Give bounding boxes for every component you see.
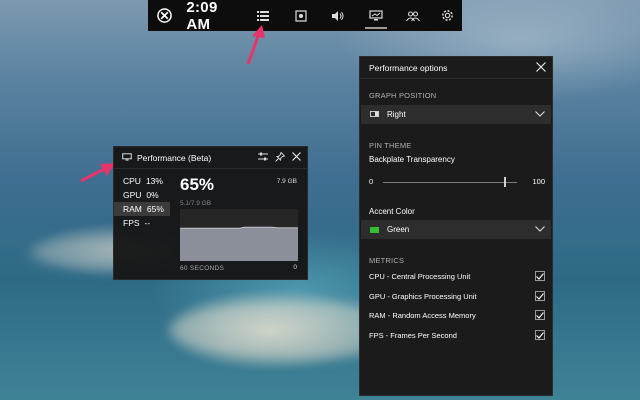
metric-option-ram[interactable]: RAM - Random Access Memory (369, 309, 545, 321)
usage-graph-line (180, 226, 298, 229)
performance-widget-title: Performance (Beta) (137, 152, 212, 163)
graph-position-icon (370, 110, 379, 119)
graph-position-value: Right (387, 110, 406, 119)
metric-value: 0% (146, 190, 159, 200)
metric-option-gpu[interactable]: GPU - Graphics Processing Unit (369, 290, 545, 302)
close-icon[interactable] (292, 152, 301, 163)
transparency-label: Backplate Transparency (369, 155, 455, 164)
metric-name: CPU (123, 176, 141, 186)
metric-option-cpu[interactable]: CPU - Central Processing Unit (369, 270, 545, 282)
settings-icon[interactable] (432, 0, 462, 31)
annotation-arrow (80, 163, 115, 183)
pin-icon[interactable] (275, 151, 286, 164)
checkbox[interactable] (535, 271, 545, 281)
used-memory: 5.1/7.9 GB (180, 200, 212, 207)
checkbox[interactable] (535, 291, 545, 301)
close-icon[interactable] (536, 61, 546, 74)
metric-ram[interactable]: RAM 65% (114, 202, 170, 216)
graph-position-dropdown[interactable]: Right (361, 105, 551, 124)
metric-list: CPU 13% GPU 0% RAM 65% FPS -- (114, 174, 170, 230)
transparency-slider[interactable]: 0 100 (369, 176, 545, 188)
performance-widget-header[interactable]: Performance (Beta) (114, 147, 307, 169)
performance-options-panel: Performance options GRAPH POSITION Right… (359, 56, 553, 396)
usage-graph-area (180, 227, 298, 261)
metric-cpu[interactable]: CPU 13% (114, 174, 170, 188)
checkbox[interactable] (535, 330, 545, 340)
annotation-arrow (246, 25, 265, 65)
metric-value: 65% (146, 204, 164, 214)
game-bar: 2:09 AM (148, 0, 462, 33)
graph-position-header: GRAPH POSITION (369, 91, 437, 100)
current-usage-value: 65% (180, 175, 215, 194)
performance-icon (122, 152, 132, 163)
metric-option-fps[interactable]: FPS - Frames Per Second (369, 329, 545, 341)
capture-icon[interactable] (282, 0, 320, 31)
usage-graph (180, 209, 298, 261)
graph-time-window: 60 SECONDS (180, 265, 225, 272)
metric-option-label: FPS - Frames Per Second (369, 330, 457, 340)
graph-min-value: 0 (293, 264, 297, 271)
pin-theme-header: PIN THEME (369, 141, 412, 150)
metric-value: 13% (145, 176, 163, 186)
metric-name: RAM (123, 204, 142, 214)
total-memory: 7.9 GB (276, 178, 297, 185)
performance-options-title: Performance options (369, 62, 448, 73)
xbox-logo-icon[interactable] (152, 0, 176, 31)
accent-color-dropdown[interactable]: Green (361, 220, 551, 239)
accent-color-value: Green (387, 225, 410, 234)
metric-option-label: RAM - Random Access Memory (369, 310, 476, 320)
metric-option-label: GPU - Graphics Processing Unit (369, 291, 477, 301)
slider-thumb[interactable] (503, 177, 506, 187)
accent-color-label: Accent Color (369, 207, 415, 216)
chevron-down-icon (535, 225, 545, 234)
chevron-down-icon (535, 110, 545, 119)
social-icon[interactable] (395, 0, 433, 31)
metric-option-label: CPU - Central Processing Unit (369, 271, 471, 281)
metric-value: -- (144, 218, 151, 228)
options-sliders-icon[interactable] (258, 152, 268, 163)
slider-track[interactable] (383, 182, 517, 183)
metric-name: FPS (123, 218, 140, 228)
performance-widget[interactable]: Performance (Beta) CPU 13% GPU 0% RAM 65… (113, 146, 308, 280)
performance-icon[interactable] (357, 0, 395, 31)
metric-gpu[interactable]: GPU 0% (114, 188, 170, 202)
game-bar-clock: 2:09 AM (186, 0, 218, 33)
slider-min-label: 0 (369, 177, 374, 186)
slider-max-label: 100 (532, 177, 545, 186)
audio-icon[interactable] (320, 0, 358, 31)
metric-name: GPU (123, 190, 142, 200)
metric-fps[interactable]: FPS -- (114, 216, 170, 230)
performance-options-header: Performance options (360, 57, 552, 79)
checkbox[interactable] (535, 310, 545, 320)
accent-color-swatch (370, 226, 379, 233)
metrics-header: METRICS (369, 256, 405, 265)
